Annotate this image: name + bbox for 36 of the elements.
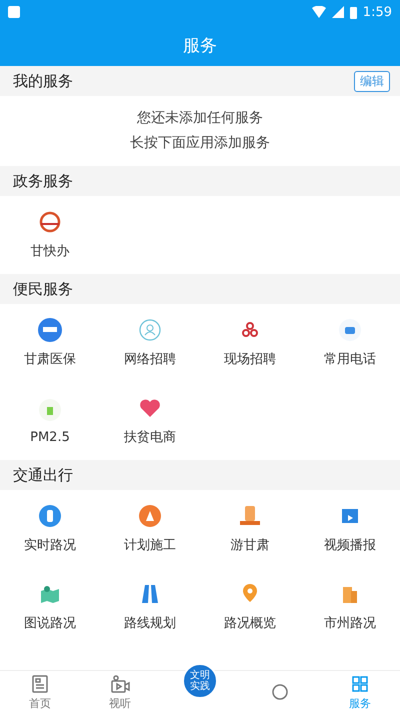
bottle-icon	[38, 398, 62, 422]
service-item[interactable]: 路况概览	[200, 568, 300, 646]
service-item[interactable]: 常用电话	[300, 304, 400, 382]
page-title: 服务	[183, 34, 217, 56]
section-title: 便民服务	[13, 280, 73, 298]
app-notification-icon	[8, 6, 20, 18]
service-item[interactable]: 扶贫电商	[100, 382, 200, 460]
section-title: 我的服务	[13, 72, 73, 90]
service-item[interactable]: 实时路况	[0, 490, 100, 568]
empty-message: 您还未添加任何服务	[137, 109, 263, 127]
section-title: 政务服务	[13, 172, 73, 190]
status-time: 1:59	[362, 4, 392, 20]
service-item[interactable]: 甘肃医保	[0, 304, 100, 382]
service-item[interactable]: 计划施工	[100, 490, 200, 568]
emblem-icon	[38, 210, 62, 234]
video-camera-icon	[109, 672, 131, 694]
signal-icon	[332, 6, 344, 18]
person-icon	[138, 318, 162, 342]
tab[interactable]: 首页	[0, 671, 80, 712]
section-title: 交通出行	[13, 466, 73, 484]
service-item[interactable]: 路线规划	[100, 568, 200, 646]
service-item[interactable]: 游甘肃	[200, 490, 300, 568]
service-item[interactable]: 市州路况	[300, 568, 400, 646]
service-item[interactable]: 图说路况	[0, 568, 100, 646]
service-item[interactable]: 网络招聘	[100, 304, 200, 382]
empty-message: 长按下面应用添加服务	[130, 134, 270, 152]
wifi-icon	[312, 6, 326, 18]
center-tab-button[interactable]: 文明实践	[182, 663, 218, 699]
battery-icon	[350, 6, 357, 18]
tab[interactable]: 视听	[80, 671, 160, 712]
service-item[interactable]: 现场招聘	[200, 304, 300, 382]
service-item[interactable]: 甘快办	[0, 196, 100, 274]
cone-icon	[138, 504, 162, 528]
service-item[interactable]: 视频播报	[300, 490, 400, 568]
badge-icon	[38, 318, 62, 342]
service-item[interactable]: PM2.5	[0, 382, 100, 460]
